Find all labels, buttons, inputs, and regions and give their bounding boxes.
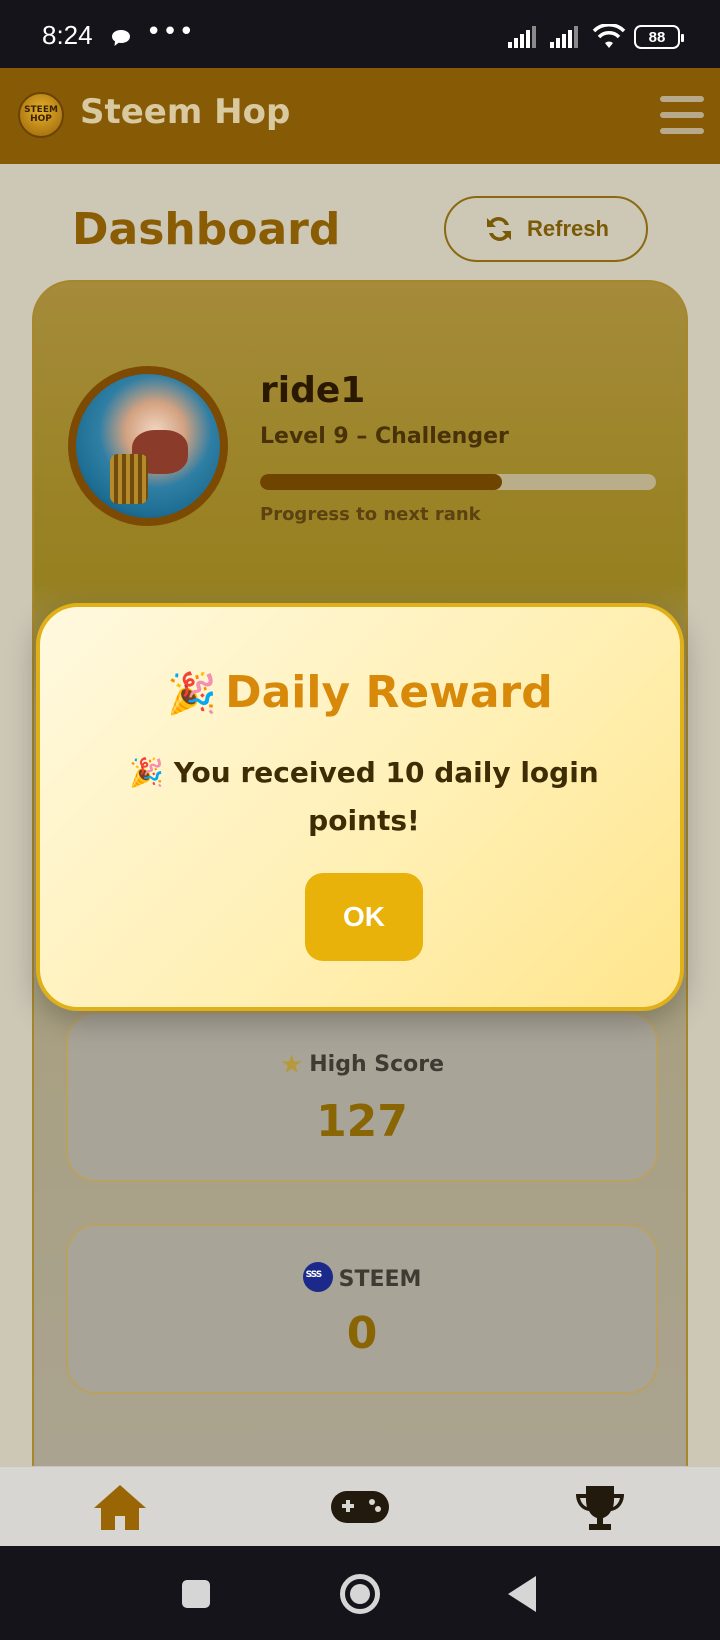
star-icon: ★ — [279, 1050, 304, 1080]
steem-label-row: STEEM — [68, 1262, 656, 1292]
avatar-bangles — [110, 454, 148, 504]
wifi-icon — [592, 24, 626, 48]
status-time: 8:24 — [42, 20, 93, 50]
nav-leaderboard[interactable] — [568, 1479, 632, 1535]
home-system-icon[interactable] — [340, 1574, 380, 1614]
avatar[interactable] — [68, 366, 228, 526]
hamburger-menu-icon[interactable] — [660, 96, 704, 134]
system-nav-bar — [0, 1546, 720, 1640]
high-score-value: 127 — [316, 1096, 408, 1147]
recent-apps-icon[interactable] — [182, 1580, 210, 1608]
page-title: Dashboard — [72, 204, 341, 255]
level-text: Level 9 – Challenger — [260, 424, 509, 449]
home-icon — [94, 1485, 146, 1530]
daily-reward-modal: 🎉 Daily Reward 🎉 You received 10 daily lo… — [36, 603, 684, 1011]
chat-notification-icon — [110, 28, 132, 52]
status-bar: 8:24 ••• 88 — [0, 0, 720, 68]
more-notifications-icon: ••• — [146, 17, 196, 47]
trophy-icon — [576, 1486, 624, 1530]
ok-button[interactable]: OK — [305, 873, 423, 961]
bottom-nav — [0, 1466, 720, 1546]
steem-value: 0 — [346, 1308, 378, 1359]
back-icon[interactable] — [508, 1576, 536, 1612]
progress-label: Progress to next rank — [260, 504, 481, 525]
high-score-label: High Score — [309, 1052, 445, 1077]
modal-title: 🎉 Daily Reward — [40, 667, 680, 718]
modal-title-text: Daily Reward — [225, 667, 553, 718]
battery-indicator: 88 — [634, 25, 684, 49]
gamepad-icon — [331, 1491, 389, 1523]
logo-text: STEEM HOP — [24, 105, 58, 124]
username: ride1 — [260, 370, 366, 411]
signal-icon — [508, 26, 536, 48]
refresh-label: Refresh — [527, 216, 609, 241]
refresh-button[interactable]: Refresh — [444, 196, 648, 262]
steem-card: STEEM 0 — [66, 1224, 658, 1394]
signal-2-icon — [550, 26, 578, 48]
status-right: 88 — [508, 24, 684, 50]
party-popper-icon: 🎉 — [167, 671, 218, 717]
refresh-icon — [487, 217, 512, 241]
modal-message: 🎉 You received 10 daily login points! — [129, 756, 599, 837]
steem-label: STEEM — [338, 1267, 422, 1292]
app-title: Steem Hop — [80, 92, 291, 132]
high-score-label-row: ★ High Score — [68, 1050, 656, 1080]
app-logo[interactable]: STEEM HOP — [18, 92, 64, 138]
rank-progress-bar — [260, 474, 656, 490]
rank-progress-fill — [260, 474, 502, 490]
nav-games[interactable] — [328, 1479, 392, 1535]
nav-home[interactable] — [88, 1479, 152, 1535]
app-header: STEEM HOP Steem Hop — [0, 68, 720, 164]
high-score-card: ★ High Score 127 — [66, 1012, 658, 1182]
steem-icon — [302, 1262, 333, 1292]
